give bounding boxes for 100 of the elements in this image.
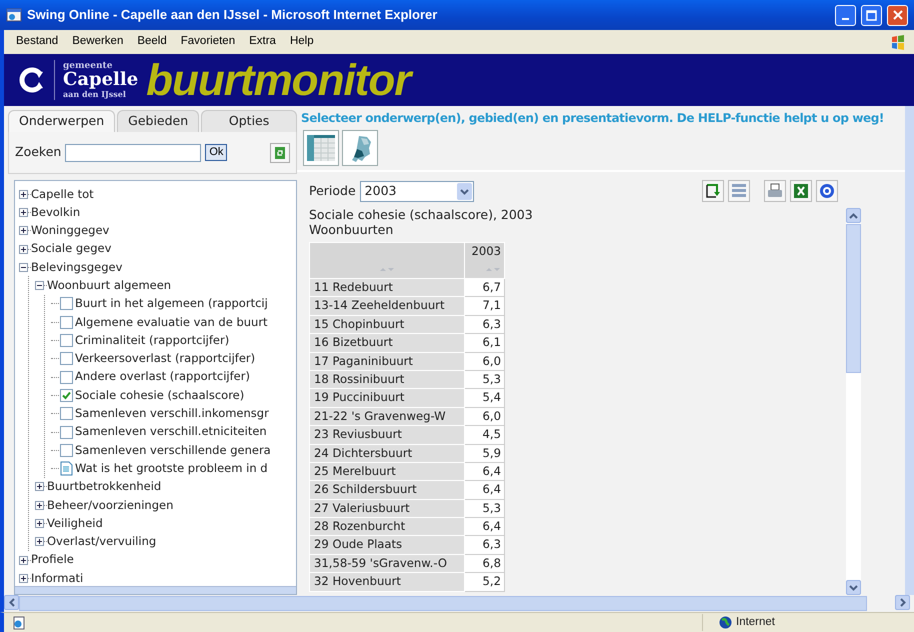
tree-item[interactable]: Wat is het grootste probleem in d	[75, 460, 268, 478]
expand-icon[interactable]	[19, 226, 28, 236]
tree-item[interactable]: Verkeersoverlast (rapportcijfer)	[75, 350, 256, 368]
tree-item[interactable]: Criminaliteit (rapportcijfer)	[75, 332, 230, 350]
tree-item[interactable]: Samenleven verschill.etniciteiten	[75, 423, 267, 441]
excel-button[interactable]	[790, 180, 812, 202]
scroll-right-button[interactable]	[895, 595, 910, 610]
scrollbar[interactable]	[15, 586, 296, 594]
scrollbar[interactable]	[846, 208, 861, 595]
row-header: 32 Hovenbuurt	[310, 572, 464, 592]
checkbox[interactable]	[60, 316, 73, 329]
expand-icon[interactable]	[35, 518, 44, 528]
menu-item[interactable]: Help	[290, 33, 314, 51]
row-header: 21-22 's Gravenweg-W	[310, 407, 464, 426]
check-icon	[62, 390, 71, 400]
checkbox[interactable]	[60, 388, 73, 402]
tree-item[interactable]: Algemene evaluatie van de buurt	[75, 314, 268, 331]
close-button[interactable]	[887, 4, 908, 26]
map-view-button[interactable]	[342, 130, 378, 166]
column-header[interactable]: 2003	[464, 242, 504, 278]
expand-icon[interactable]	[19, 208, 28, 217]
scroll-down-button[interactable]	[846, 580, 861, 595]
swap-button[interactable]	[702, 180, 724, 202]
collapse-icon[interactable]	[19, 262, 28, 272]
tree-item[interactable]: Sociale cohesie (schaalscore)	[75, 386, 244, 404]
search-field[interactable]	[65, 144, 202, 162]
collapse-icon[interactable]	[35, 281, 44, 290]
tab[interactable]: Onderwerpen	[8, 110, 116, 132]
checkbox[interactable]	[60, 407, 73, 420]
tree-item[interactable]: Bevolkin	[31, 204, 80, 222]
expand-icon[interactable]	[19, 556, 28, 565]
table-cell: 6,4	[464, 518, 504, 536]
chevron-down-icon	[849, 584, 858, 590]
tree-item[interactable]: Veiligheid	[47, 514, 103, 532]
tree-item[interactable]: Samenleven verschill.inkomensgr	[75, 405, 269, 422]
checkbox[interactable]	[60, 426, 73, 438]
logo-name: Capelle	[63, 71, 138, 90]
checkbox[interactable]	[60, 352, 73, 366]
tree-item[interactable]: Beheer/voorzieningen	[47, 496, 174, 514]
menu-item[interactable]: Favorieten	[180, 33, 236, 51]
search-label: Zoeken	[15, 143, 62, 162]
tab[interactable]: Opties	[201, 110, 297, 132]
tree-item[interactable]: Woninggegev	[31, 222, 110, 240]
scroll-thumb[interactable]	[19, 596, 867, 611]
table-cell: 5,4	[464, 388, 504, 408]
close-icon	[892, 10, 902, 20]
spreadsheet-icon	[792, 182, 810, 200]
scroll-thumb[interactable]	[846, 224, 861, 374]
table-cell: 5,9	[464, 444, 504, 462]
expand-icon[interactable]	[35, 537, 44, 546]
table-view-button[interactable]	[303, 130, 339, 166]
table-cell: 5,2	[464, 572, 504, 592]
minimize-button[interactable]	[835, 4, 856, 26]
checkbox[interactable]	[60, 370, 73, 384]
tree-item[interactable]: Overlast/vervuiling	[47, 533, 156, 550]
expand-icon[interactable]	[35, 500, 44, 510]
checkbox[interactable]	[60, 297, 73, 310]
row-header: 19 Puccinibuurt	[310, 388, 464, 408]
refresh-button[interactable]	[270, 142, 290, 162]
row-header: 25 Merelbuurt	[310, 462, 464, 481]
maximize-button[interactable]	[861, 4, 882, 26]
help-button[interactable]	[816, 180, 838, 202]
windows-flag-icon	[890, 33, 906, 51]
period-label: Periode	[309, 182, 356, 200]
tree-item[interactable]: Andere overlast (rapportcijfer)	[75, 368, 250, 386]
menu-item[interactable]: Extra	[249, 33, 276, 51]
scroll-up-button[interactable]	[846, 208, 861, 223]
expand-icon[interactable]	[19, 574, 28, 583]
tree-item[interactable]: Capelle tot	[31, 186, 94, 203]
print-button[interactable]	[764, 180, 786, 202]
expand-icon[interactable]	[19, 190, 28, 199]
period-dropdown[interactable]: 2003	[360, 180, 474, 202]
tree-item[interactable]: Belevingsgegev	[31, 258, 122, 276]
table-cell: 6,0	[464, 352, 504, 370]
scrollbar[interactable]	[905, 106, 914, 595]
scroll-left-button[interactable]	[4, 595, 19, 610]
tree-item[interactable]: Buurtbetrokkenheid	[47, 478, 162, 496]
checkbox[interactable]	[60, 334, 73, 348]
menu-item[interactable]: Bestand	[16, 33, 58, 51]
checkbox[interactable]	[60, 444, 73, 457]
row-header: 27 Valeriusbuurt	[310, 499, 464, 518]
ok-button[interactable]: Ok	[205, 144, 228, 161]
tab[interactable]: Gebieden	[117, 110, 200, 132]
tree-item[interactable]: Sociale gegev	[31, 240, 112, 258]
table-cell: 6,4	[464, 462, 504, 481]
expand-icon[interactable]	[19, 244, 28, 254]
logo-caption: gemeente	[63, 62, 112, 72]
minimize-icon	[842, 18, 849, 20]
page-icon	[12, 616, 26, 630]
tree-item[interactable]: Buurt in het algemeen (rapportcij	[75, 295, 268, 313]
row-header: 31,58-59 'sGravenw.-O	[310, 554, 464, 573]
expand-icon[interactable]	[35, 482, 44, 492]
tree-item[interactable]: Profiele	[31, 551, 74, 569]
maximize-icon	[866, 10, 877, 20]
refresh-icon	[274, 146, 286, 160]
tree-item[interactable]: Samenleven verschillende genera	[75, 442, 271, 459]
menu-item[interactable]: Beeld	[137, 33, 167, 51]
tree-item[interactable]: Woonbuurt algemeen	[47, 277, 172, 294]
tree-item[interactable]: Informati	[31, 570, 84, 586]
menu-item[interactable]: Bewerken	[72, 33, 124, 51]
